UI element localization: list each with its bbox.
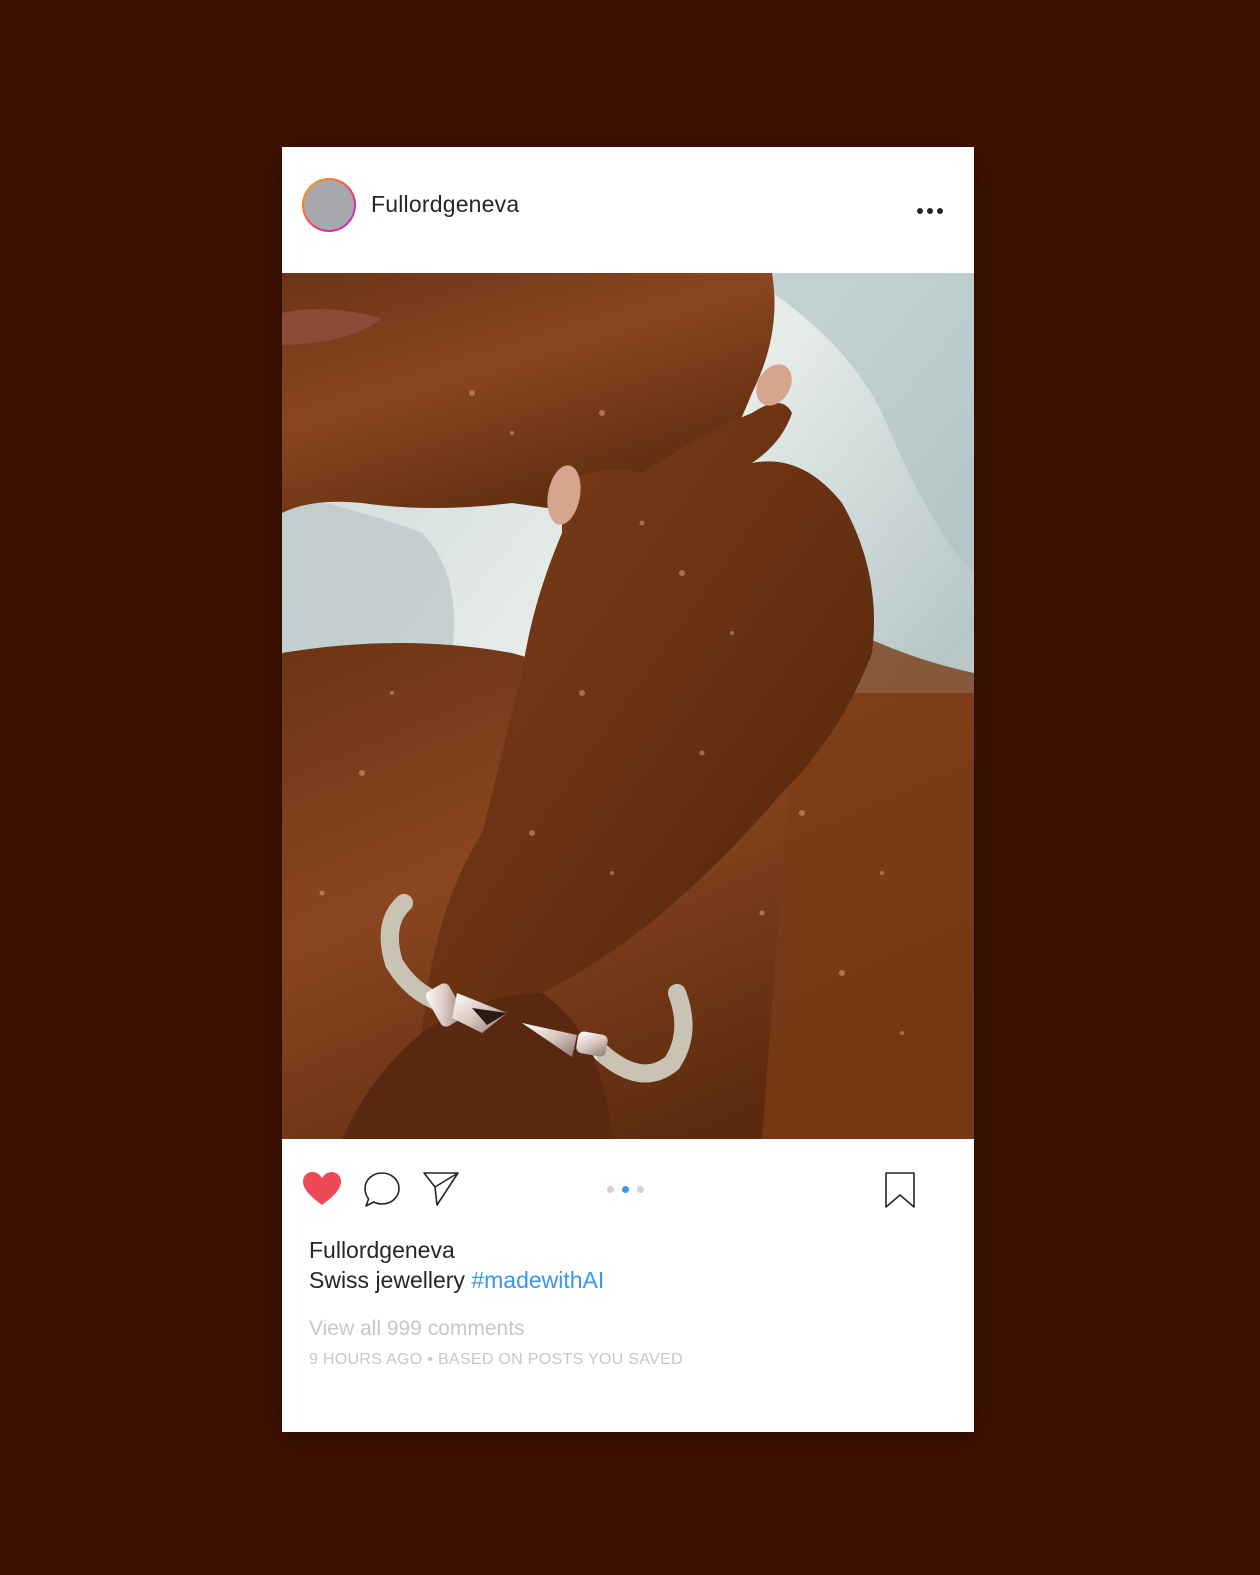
caption-username[interactable]: Fullordgeneva <box>309 1235 604 1265</box>
avatar[interactable] <box>302 178 356 232</box>
more-options-icon <box>937 208 943 214</box>
post-caption: Fullordgeneva Swiss jewellery #madewithA… <box>309 1235 604 1295</box>
more-options-icon <box>927 208 933 214</box>
carousel-dot <box>637 1186 644 1193</box>
carousel-dot <box>607 1186 614 1193</box>
carousel-indicator <box>607 1186 644 1193</box>
comment-icon[interactable] <box>363 1171 401 1209</box>
post-card: Fullordgeneva Fullordgeneva Swiss jewell… <box>282 147 974 1432</box>
carousel-dot-active <box>622 1186 629 1193</box>
heart-icon[interactable] <box>302 1171 342 1207</box>
paper-plane-icon[interactable] <box>422 1171 460 1207</box>
username-link[interactable]: Fullordgeneva <box>371 191 519 218</box>
more-options-icon <box>917 208 923 214</box>
hashtag-link[interactable]: #madewithAI <box>471 1267 604 1293</box>
post-image <box>282 273 974 1139</box>
post-photo[interactable] <box>282 273 974 1139</box>
bookmark-icon[interactable] <box>884 1171 916 1209</box>
post-meta: 9 HOURS AGO • BASED ON POSTS YOU SAVED <box>309 1351 683 1368</box>
post-header: Fullordgeneva <box>282 147 974 273</box>
avatar-image <box>304 180 354 230</box>
view-comments-link[interactable]: View all 999 comments <box>309 1317 525 1341</box>
caption-text: Swiss jewellery <box>309 1267 465 1293</box>
more-options-button[interactable] <box>912 199 948 223</box>
